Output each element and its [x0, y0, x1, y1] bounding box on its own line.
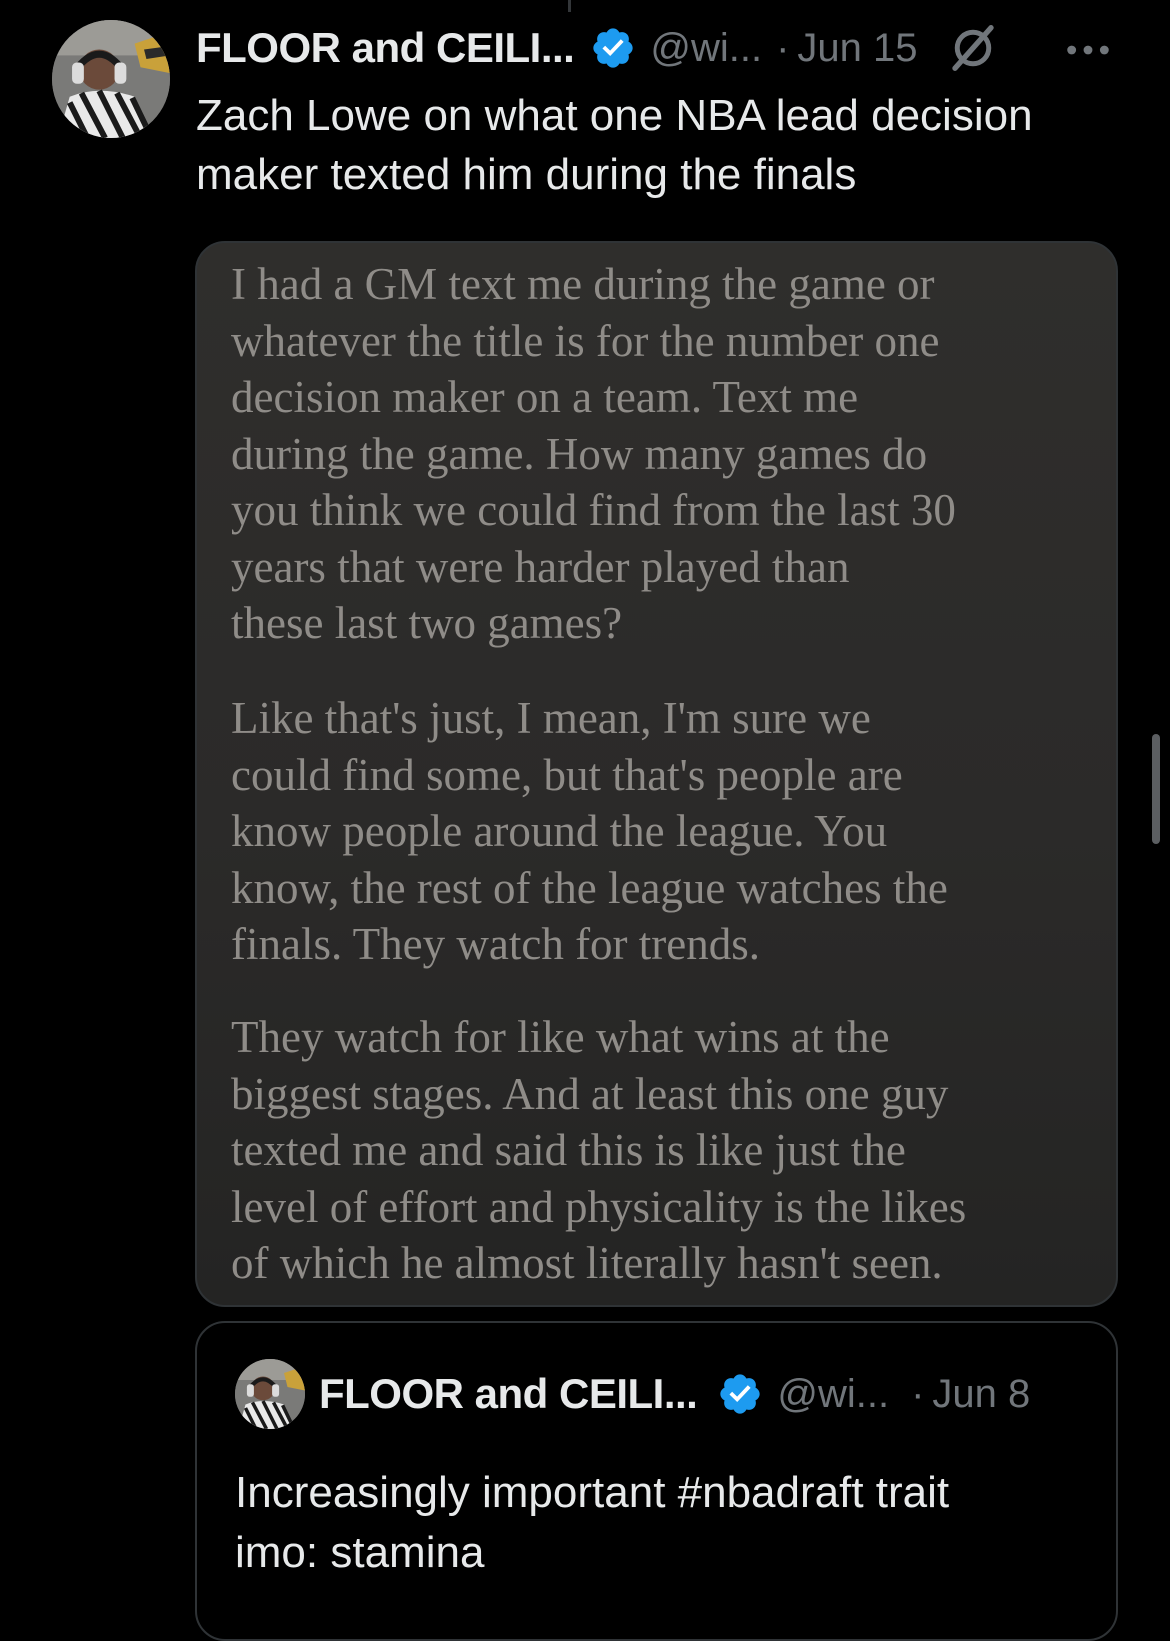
media-line: could find some, but that's people are — [231, 749, 903, 800]
verified-badge-icon[interactable] — [717, 1371, 763, 1417]
verified-badge-icon[interactable] — [590, 25, 636, 71]
avatar-image — [52, 20, 170, 138]
quoted-text-line: imo: stamina — [235, 1528, 485, 1577]
media-line: level of effort and physicality is the l… — [231, 1181, 967, 1232]
tweet-text: Zach Lowe on what one NBA lead decision m… — [196, 86, 1096, 204]
media-paragraph-2: Like that's just, I mean, I'm sure we co… — [231, 690, 1071, 973]
tweet-text-line: Zach Lowe on what one NBA lead decision — [196, 91, 1033, 140]
media-line: biggest stages. And at least this one gu… — [231, 1068, 949, 1119]
media-line: Like that's just, I mean, I'm sure we — [231, 693, 871, 743]
media-line: years that were harder played than — [231, 541, 850, 592]
media-line: finals. They watch for trends. — [231, 919, 761, 969]
quoted-tweet-header: FLOOR and CEILI... @wi... · Jun 8 — [235, 1359, 1085, 1429]
media-line: whatever the title is for the number one — [231, 315, 940, 366]
tweet-media-image[interactable]: I had a GM text me during the game or wh… — [195, 241, 1118, 1307]
avatar-image — [235, 1359, 305, 1429]
media-line: They watch for like what wins at the — [231, 1012, 890, 1062]
media-paragraph-3: They watch for like what wins at the big… — [231, 1009, 1071, 1292]
tweet-date[interactable]: Jun 15 — [797, 26, 917, 71]
tweet-text-line: maker texted him during the finals — [196, 150, 857, 199]
media-line: these last two games? — [231, 598, 623, 648]
grok-icon[interactable] — [946, 21, 1000, 75]
quoted-tweet-date[interactable]: Jun 8 — [932, 1372, 1030, 1417]
media-line: you think we could find from the last 30 — [231, 485, 956, 535]
quoted-tweet-card[interactable]: FLOOR and CEILI... @wi... · Jun 8 Increa… — [195, 1321, 1118, 1641]
media-line: texted me and said this is like just the — [231, 1125, 906, 1175]
quoted-author-handle[interactable]: @wi... — [777, 1372, 889, 1417]
quoted-author-display-name[interactable]: FLOOR and CEILI... — [319, 1370, 698, 1418]
media-line: I had a GM text me during the game or — [231, 259, 935, 309]
media-line: decision maker on a team. Text me — [231, 372, 859, 422]
thread-connector-line — [568, 0, 571, 12]
media-paragraph-1: I had a GM text me during the game or wh… — [231, 256, 1071, 652]
author-display-name[interactable]: FLOOR and CEILI... — [196, 24, 575, 72]
header-separator: · — [776, 25, 790, 70]
media-line: during the game. How many games do — [231, 428, 928, 479]
media-line: know, the rest of the league watches the — [231, 862, 948, 913]
author-avatar[interactable] — [52, 20, 170, 138]
quoted-tweet-text: Increasingly important #nbadraft trait im… — [235, 1463, 1075, 1583]
quoted-header-separator: · — [911, 1371, 925, 1416]
tweet-header: FLOOR and CEILI... @wi... · Jun 15 — [196, 18, 1116, 78]
quoted-author-avatar[interactable] — [235, 1359, 305, 1429]
more-options-icon[interactable] — [1060, 22, 1116, 78]
media-line: know people around the league. You — [231, 806, 888, 856]
author-handle[interactable]: @wi... — [650, 26, 762, 71]
scrollbar-thumb[interactable] — [1152, 734, 1160, 844]
media-line: of which he almost literally hasn't seen… — [231, 1238, 943, 1288]
quoted-text-line: Increasingly important #nbadraft trait — [235, 1468, 950, 1517]
